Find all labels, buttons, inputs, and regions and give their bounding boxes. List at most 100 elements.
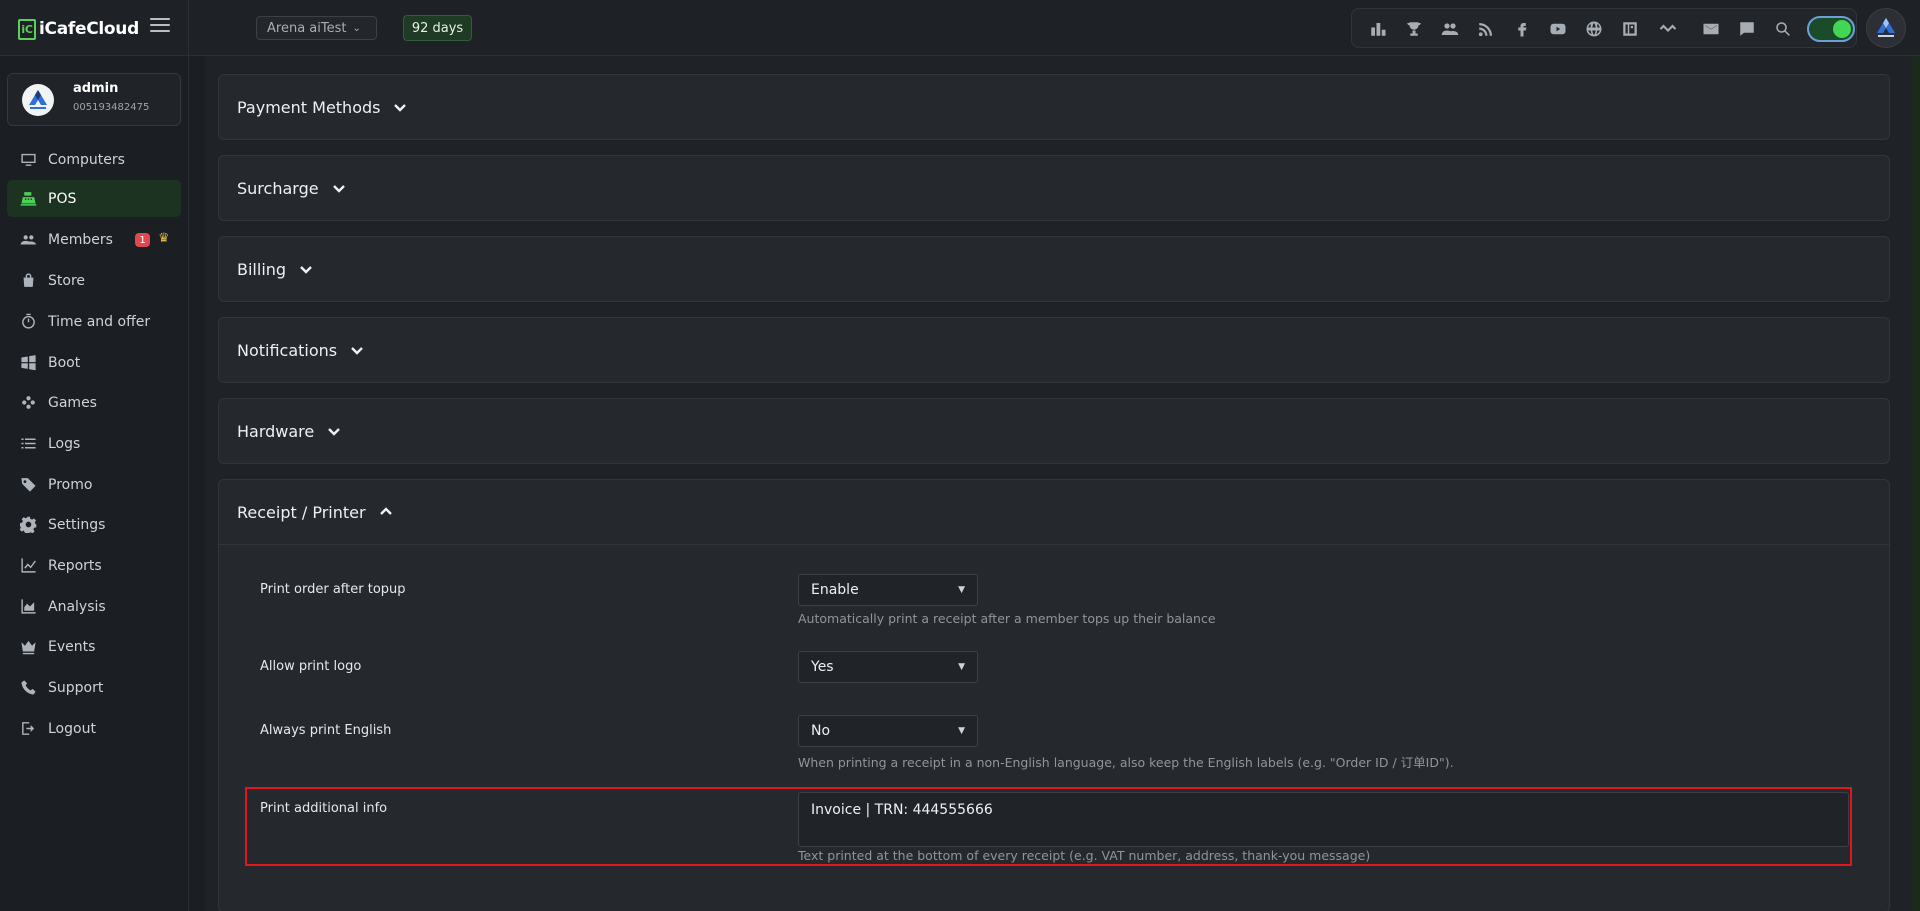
additional-info-input[interactable]: Invoice | TRN: 444555666 [798,792,1849,847]
print-order-label: Print order after topup [260,582,406,597]
sidebar-item-pos[interactable]: POS [7,180,181,217]
section-receipt-printer: Receipt / Printer Print order after topu… [218,479,1890,911]
sidebar-item-label: Settings [48,516,106,533]
section-header[interactable]: Receipt / Printer [237,480,394,544]
additional-info-label: Print additional info [260,801,388,816]
additional-info-help: Text printed at the bottom of every rece… [798,848,1371,863]
section-billing: Billing [218,236,1890,302]
youtube-icon[interactable] [1547,18,1569,40]
section-header[interactable]: Payment Methods [237,75,408,139]
logout-icon [20,720,37,737]
logo-mark: iC [18,18,36,40]
sidebar-item-label: Members [48,231,113,248]
line-chart-icon [20,557,37,574]
section-header[interactable]: Billing [237,237,314,301]
bag-icon [20,272,37,289]
print-logo-label: Allow print logo [260,659,362,674]
theme-toggle[interactable] [1807,16,1855,42]
license-days-badge: 92 days [403,15,472,41]
facebook-icon[interactable] [1511,18,1533,40]
sidebar-item-members[interactable]: Members 1 ♛ [7,221,181,258]
chevron-down-icon: ▼ [958,726,965,736]
toggle-knob [1833,20,1851,38]
chevron-down-icon [351,347,363,355]
gear-icon [20,516,37,533]
sidebar-item-boot[interactable]: Boot [7,344,181,381]
sidebar-item-computers[interactable]: Computers [7,141,181,178]
section-header[interactable]: Hardware [237,399,342,463]
print-english-select[interactable]: No ▼ [798,715,978,747]
select-value: No [811,723,831,739]
sidebar-item-label: Reports [48,557,102,574]
sidebar-item-label: Computers [48,151,125,168]
profile-avatar[interactable] [1866,8,1906,48]
arena-name: Arena aiTest [267,20,347,36]
menu-toggle-icon[interactable] [150,18,170,34]
section-title: Receipt / Printer [237,502,366,522]
sidebar-item-reports[interactable]: Reports [7,547,181,584]
sidebar-item-events[interactable]: Events [7,628,181,665]
app-icon[interactable] [1619,18,1641,40]
chat-icon[interactable] [1736,18,1758,40]
tag-icon [20,476,37,493]
section-notifications: Notifications [218,317,1890,383]
sidebar-item-analysis[interactable]: Analysis [7,588,181,625]
sidebar-item-label: Promo [48,476,93,493]
top-bar: iC iCafeCloud Arena aiTest ⌄ 92 days [0,0,1920,56]
sidebar-item-time-and-offer[interactable]: Time and offer [7,303,181,340]
globe-icon[interactable] [1583,18,1605,40]
sidebar-item-label: Analysis [48,598,106,615]
sidebar-item-settings[interactable]: Settings [7,506,181,543]
gamepad-icon [20,394,37,411]
app-name: iCafeCloud [39,19,139,39]
sidebar-item-promo[interactable]: Promo [7,466,181,503]
avatar-logo-icon [29,90,47,109]
sidebar-item-store[interactable]: Store [7,262,181,299]
mail-icon[interactable] [1700,18,1722,40]
cashier-icon [20,190,37,207]
sidebar-item-label: Store [48,272,86,289]
rss-icon[interactable] [1475,18,1497,40]
sidebar-item-label: Logout [48,720,96,737]
trophy-icon[interactable] [1403,18,1425,40]
handshake-icon[interactable] [1657,18,1679,40]
sidebar-item-label: Games [48,394,97,411]
sidebar-item-label: Time and offer [48,313,151,330]
group-icon[interactable] [1439,18,1461,40]
chevron-down-icon [300,266,312,274]
sidebar-item-support[interactable]: Support [7,669,181,706]
sidebar-item-label: Logs [48,435,81,452]
sidebar: admin 005193482475 Computers POS Members… [0,56,188,911]
sidebar-item-label: Events [48,638,96,655]
search-icon[interactable] [1772,18,1794,40]
leaderboard-icon[interactable] [1367,18,1389,40]
print-logo-select[interactable]: Yes ▼ [798,651,978,683]
sidebar-item-label: Boot [48,354,81,371]
print-order-select[interactable]: Enable ▼ [798,574,978,606]
user-id: 005193482475 [73,102,150,113]
app-logo[interactable]: iC iCafeCloud [18,17,139,41]
area-chart-icon [20,598,37,615]
chevron-down-icon: ▼ [958,662,965,672]
section-header[interactable]: Surcharge [237,156,347,220]
user-name: admin [73,81,119,96]
app-root: iC iCafeCloud Arena aiTest ⌄ 92 days adm… [0,0,1920,911]
members-icon [20,231,37,248]
print-english-label: Always print English [260,723,392,738]
sidebar-item-logout[interactable]: Logout [7,710,181,747]
sidebar-item-logs[interactable]: Logs [7,425,181,462]
crown-icon [20,638,37,655]
timer-icon [20,313,37,330]
section-payment-methods: Payment Methods [218,74,1890,140]
sidebar-item-games[interactable]: Games [7,384,181,421]
phone-icon [20,679,37,696]
section-title: Notifications [237,340,338,360]
section-header[interactable]: Notifications [237,318,365,382]
section-hardware: Hardware [218,398,1890,464]
select-value: Yes [811,659,834,675]
user-card[interactable]: admin 005193482475 [7,73,181,126]
chevron-down-icon [332,185,345,193]
crown-icon: ♛ [158,231,170,246]
section-title: Surcharge [237,178,319,198]
arena-selector[interactable]: Arena aiTest ⌄ [256,16,377,40]
